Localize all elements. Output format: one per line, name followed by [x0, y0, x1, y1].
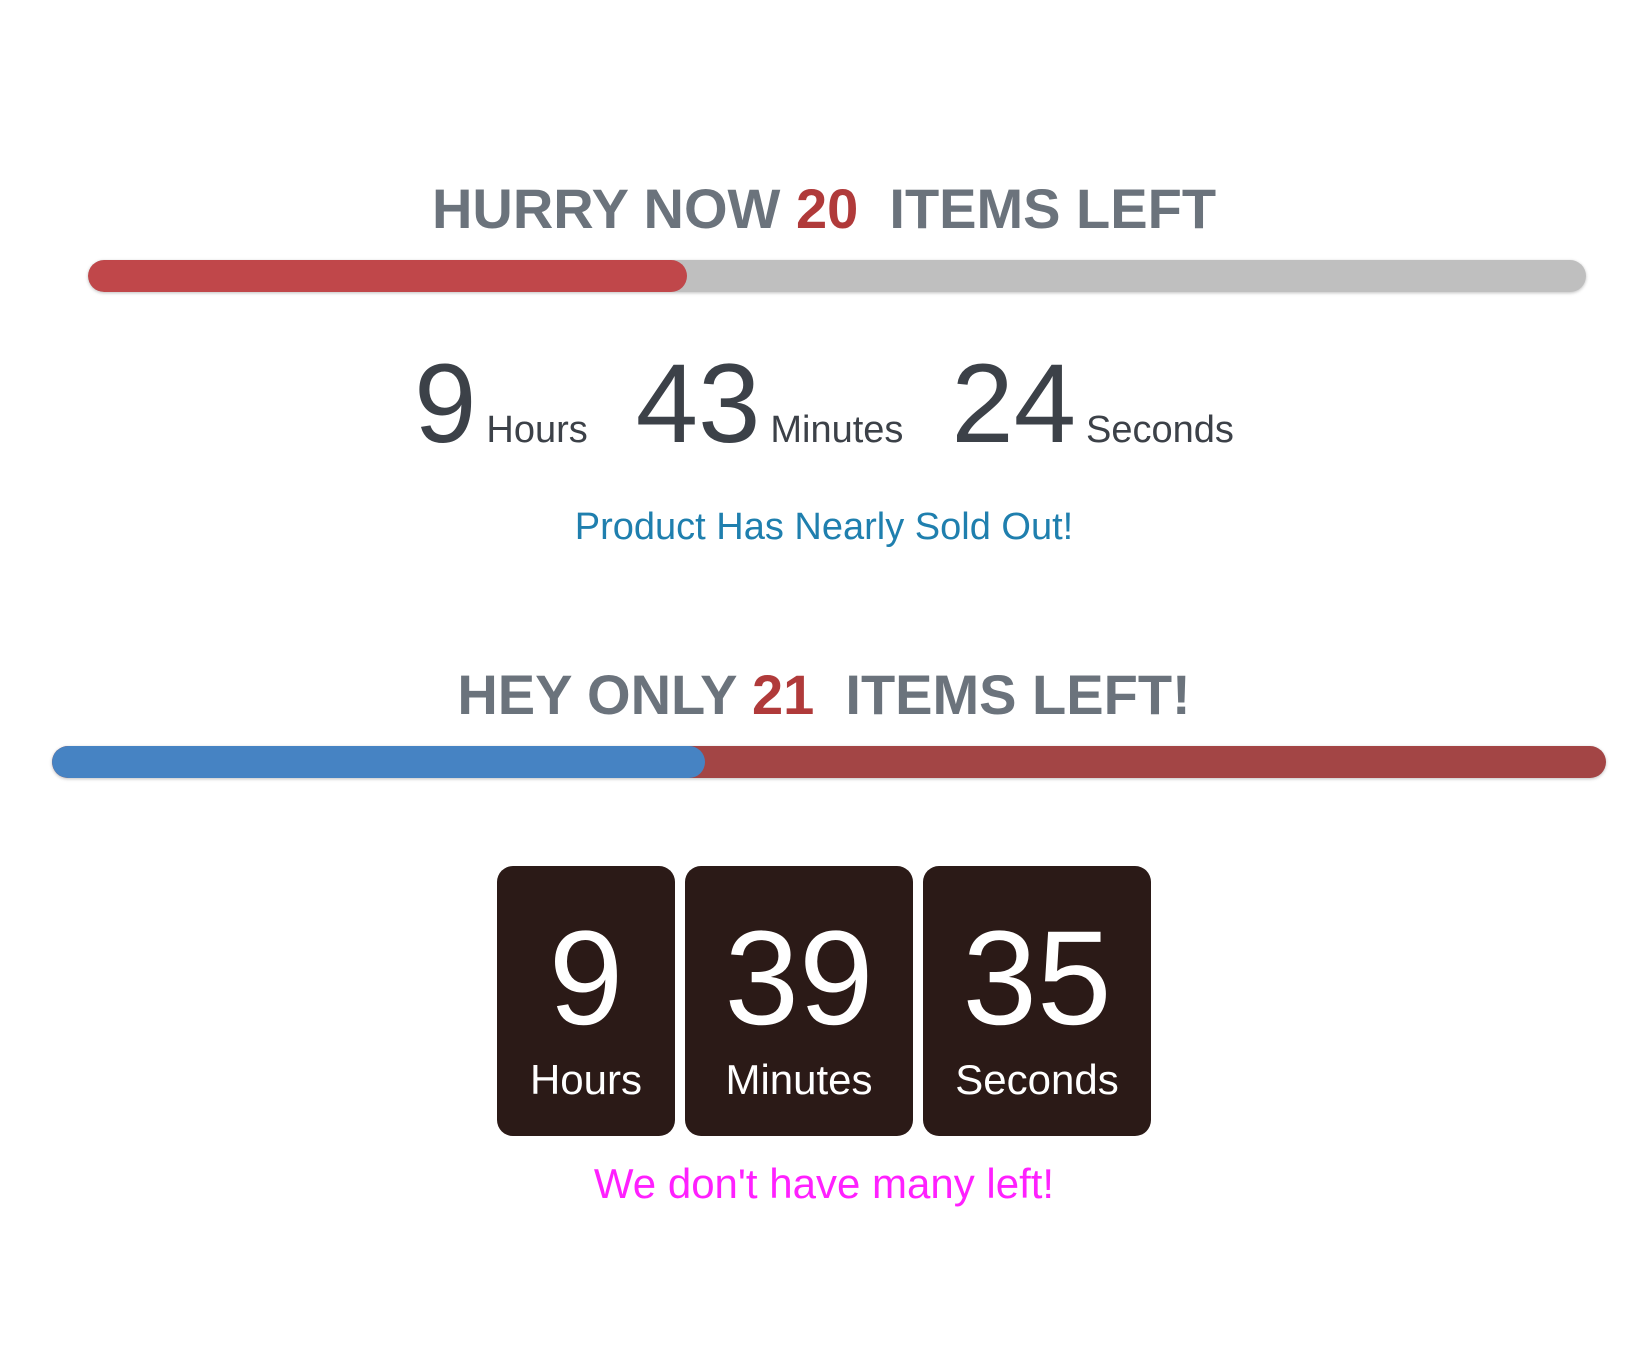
stock-progress-fill-2	[52, 746, 705, 778]
headline-prefix: HEY ONLY	[457, 663, 752, 726]
minutes-label: Minutes	[770, 409, 904, 451]
seconds-value: 35	[962, 904, 1112, 1053]
hours-label: Hours	[529, 1056, 643, 1103]
timer-minutes: 43 Minutes	[636, 348, 904, 460]
items-left-count: 20	[795, 177, 859, 240]
stock-headline-2: HEY ONLY 21 ITEMS LEFT!	[0, 662, 1648, 728]
stock-progress-fill-1	[88, 260, 688, 292]
sold-out-message: Product Has Nearly Sold Out!	[574, 506, 1074, 548]
stock-progress-bar-2	[52, 746, 1606, 778]
minutes-label: Minutes	[725, 1056, 873, 1103]
headline-prefix: HURRY NOW	[431, 177, 796, 240]
timer-box-hours: 9 Hours	[497, 866, 675, 1136]
headline-suffix: ITEMS LEFT	[858, 177, 1217, 240]
hours-value: 9	[548, 904, 624, 1053]
timer-seconds: 24 Seconds	[951, 348, 1233, 460]
low-stock-message: We don't have many left!	[593, 1160, 1055, 1207]
timer-hours: 9 Hours	[414, 348, 588, 460]
minutes-value: 43	[635, 341, 761, 466]
timer-box-seconds: 35 Seconds	[923, 866, 1151, 1136]
seconds-label: Seconds	[1086, 409, 1234, 451]
countdown-timer-1: 9 Hours 43 Minutes 24 Seconds	[0, 348, 1648, 460]
seconds-label: Seconds	[955, 1056, 1119, 1103]
minutes-value: 39	[724, 904, 874, 1053]
stock-headline-1: HURRY NOW 20 ITEMS LEFT	[0, 176, 1648, 242]
hours-label: Hours	[486, 409, 588, 451]
page: HURRY NOW 20 ITEMS LEFT 9 Hours 43 Minut…	[0, 0, 1648, 1352]
items-left-count: 21	[751, 663, 815, 726]
seconds-value: 24	[951, 341, 1076, 466]
timer-box-minutes: 39 Minutes	[685, 866, 913, 1136]
hours-value: 9	[414, 341, 477, 466]
headline-suffix: ITEMS LEFT!	[814, 663, 1191, 726]
stock-progress-bar-1	[88, 260, 1586, 292]
countdown-timer-2: 9 Hours 39 Minutes 35 Seconds	[0, 866, 1648, 1136]
